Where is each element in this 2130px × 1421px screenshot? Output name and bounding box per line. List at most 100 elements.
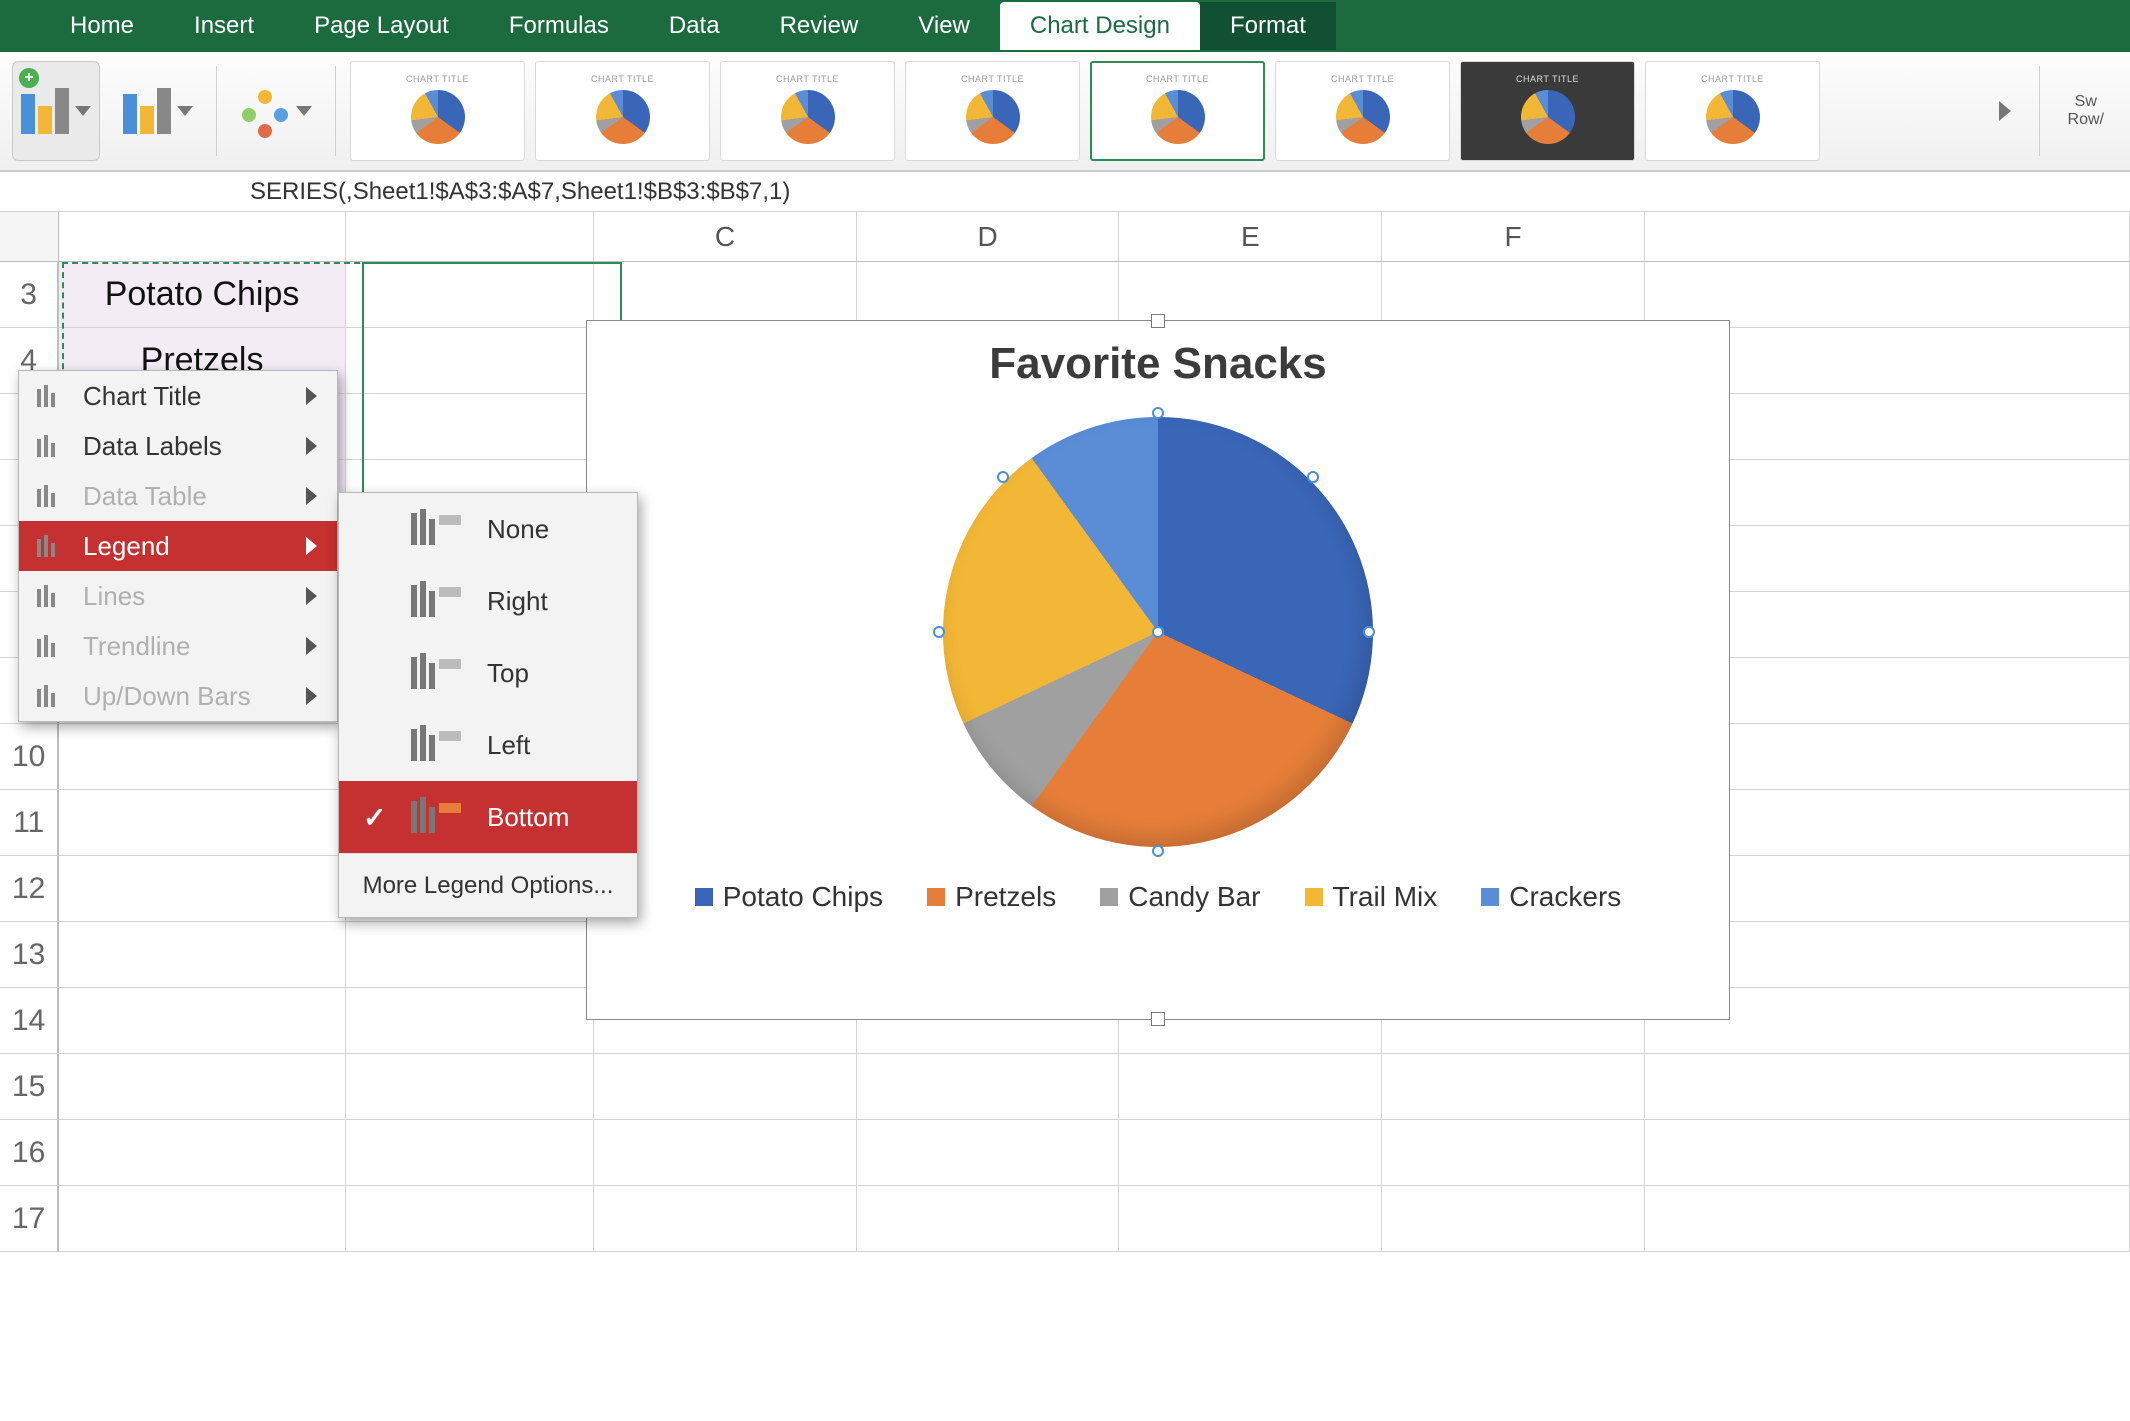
cell[interactable]	[857, 262, 1120, 328]
legend-item[interactable]: Trail Mix	[1305, 881, 1438, 913]
chart-style-thumb[interactable]: CHART TITLE	[1645, 61, 1820, 161]
cell[interactable]	[1382, 1120, 1645, 1186]
formula-bar[interactable]: SERIES(,Sheet1!$A$3:$A$7,Sheet1!$B$3:$B$…	[0, 172, 2130, 212]
cell[interactable]	[857, 1120, 1120, 1186]
pie-chart[interactable]	[943, 417, 1373, 847]
row-header[interactable]: 10	[0, 724, 59, 790]
legend-option-left[interactable]: ✓Left	[339, 709, 637, 781]
cell[interactable]	[346, 988, 594, 1054]
selection-handle[interactable]	[1363, 626, 1375, 638]
cell[interactable]	[346, 1054, 594, 1120]
selection-handle[interactable]	[1307, 471, 1319, 483]
select-all-corner[interactable]	[0, 212, 59, 261]
column-header[interactable]	[1645, 212, 2130, 261]
worksheet-grid[interactable]: CDEF 3Potato Chips4Pretzels5Candy Bar6Tr…	[0, 212, 2130, 1421]
cell[interactable]	[1382, 1186, 1645, 1252]
cell[interactable]	[594, 262, 857, 328]
ribbon-tab-review[interactable]: Review	[750, 2, 889, 50]
cell[interactable]	[1645, 262, 2130, 328]
cell[interactable]	[1645, 1120, 2130, 1186]
cell[interactable]	[59, 1120, 346, 1186]
row-header[interactable]: 11	[0, 790, 59, 856]
legend-option-right[interactable]: ✓Right	[339, 565, 637, 637]
legend-item[interactable]: Crackers	[1481, 881, 1621, 913]
cell[interactable]	[59, 1186, 346, 1252]
chart-style-thumb[interactable]: CHART TITLE	[535, 61, 710, 161]
more-legend-options[interactable]: More Legend Options...	[339, 853, 637, 917]
cell[interactable]	[59, 988, 346, 1054]
chart-style-thumb[interactable]: Chart Title	[350, 61, 525, 161]
cell[interactable]	[59, 724, 346, 790]
selection-handle[interactable]	[1152, 626, 1164, 638]
gallery-more-button[interactable]	[1985, 101, 2025, 121]
ribbon-tab-home[interactable]: Home	[40, 2, 164, 50]
chart-style-thumb[interactable]: CHART TITLE	[1460, 61, 1635, 161]
cell[interactable]	[1119, 1120, 1382, 1186]
column-header[interactable]: D	[857, 212, 1120, 261]
cell[interactable]	[59, 856, 346, 922]
ribbon-tab-formulas[interactable]: Formulas	[479, 2, 639, 50]
resize-handle[interactable]	[1151, 314, 1165, 328]
cell[interactable]: Potato Chips	[59, 262, 346, 328]
chart-title[interactable]: Favorite Snacks	[587, 339, 1729, 389]
row-header[interactable]: 15	[0, 1054, 59, 1120]
cell[interactable]	[59, 922, 346, 988]
legend-item[interactable]: Candy Bar	[1100, 881, 1260, 913]
ribbon-tab-insert[interactable]: Insert	[164, 2, 284, 50]
legend-option-bottom[interactable]: ✓Bottom	[339, 781, 637, 853]
cell[interactable]	[59, 790, 346, 856]
ribbon-tab-view[interactable]: View	[888, 2, 1000, 50]
column-header[interactable]: F	[1382, 212, 1645, 261]
row-header[interactable]: 17	[0, 1186, 59, 1252]
column-header[interactable]: E	[1119, 212, 1382, 261]
cell[interactable]	[1119, 1186, 1382, 1252]
row-header[interactable]: 13	[0, 922, 59, 988]
cell[interactable]	[1119, 1054, 1382, 1120]
chart-legend[interactable]: Potato Chips Pretzels Candy Bar Trail Mix Cr…	[587, 881, 1729, 913]
column-header[interactable]	[346, 212, 594, 261]
menu-item-data-labels[interactable]: Data Labels	[19, 421, 337, 471]
chart-style-thumb[interactable]: Chart Title	[1275, 61, 1450, 161]
chart-style-thumb[interactable]: Chart Title	[905, 61, 1080, 161]
legend-option-none[interactable]: ✓None	[339, 493, 637, 565]
selection-handle[interactable]	[1152, 407, 1164, 419]
cell[interactable]	[346, 262, 594, 328]
cell[interactable]	[594, 1186, 857, 1252]
cell[interactable]	[346, 1186, 594, 1252]
row-header[interactable]: 14	[0, 988, 59, 1054]
cell[interactable]	[594, 1120, 857, 1186]
resize-handle[interactable]	[1151, 1012, 1165, 1026]
selection-handle[interactable]	[1152, 845, 1164, 857]
cell[interactable]	[59, 1054, 346, 1120]
cell[interactable]	[346, 922, 594, 988]
cell[interactable]	[1645, 1186, 2130, 1252]
ribbon-tab-data[interactable]: Data	[639, 2, 750, 50]
cell[interactable]	[1645, 1054, 2130, 1120]
chart-style-thumb[interactable]: Chart Title	[720, 61, 895, 161]
chart-style-thumb[interactable]: Chart Title	[1090, 61, 1265, 161]
ribbon-tab-page-layout[interactable]: Page Layout	[284, 2, 479, 50]
chart-object[interactable]: Favorite Snacks Potato Chips Pretzels Cand…	[586, 320, 1730, 1020]
add-chart-element-button[interactable]: +	[12, 61, 100, 161]
column-header[interactable]: C	[594, 212, 857, 261]
switch-row-col-button[interactable]: Sw Row/	[2054, 93, 2118, 128]
menu-item-legend[interactable]: Legend	[19, 521, 337, 571]
legend-option-top[interactable]: ✓Top	[339, 637, 637, 709]
column-header[interactable]	[59, 212, 346, 261]
selection-handle[interactable]	[997, 471, 1009, 483]
row-header[interactable]: 16	[0, 1120, 59, 1186]
cell[interactable]	[594, 1054, 857, 1120]
cell[interactable]	[346, 1120, 594, 1186]
quick-layout-button[interactable]	[114, 61, 202, 161]
change-colors-button[interactable]	[231, 61, 321, 161]
ribbon-tab-chart-design[interactable]: Chart Design	[1000, 2, 1200, 50]
cell[interactable]	[1382, 1054, 1645, 1120]
row-header[interactable]: 12	[0, 856, 59, 922]
cell[interactable]	[346, 394, 594, 460]
cell[interactable]	[346, 328, 594, 394]
legend-item[interactable]: Potato Chips	[695, 881, 883, 913]
row-header[interactable]: 3	[0, 262, 59, 328]
legend-item[interactable]: Pretzels	[927, 881, 1056, 913]
cell[interactable]	[1382, 262, 1645, 328]
cell[interactable]	[857, 1054, 1120, 1120]
